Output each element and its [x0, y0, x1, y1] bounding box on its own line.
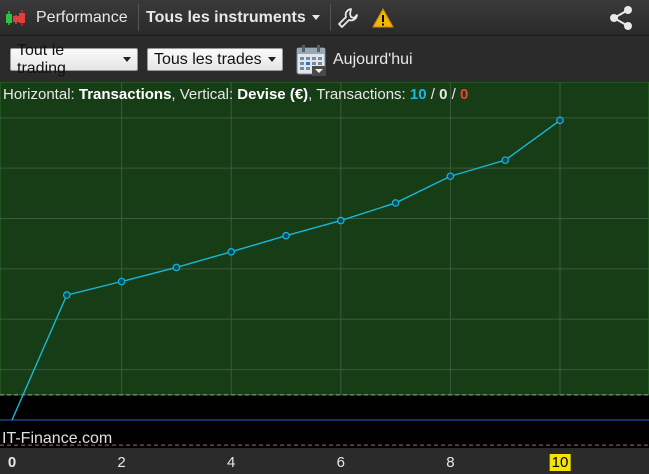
date-label: Aujourd'hui	[333, 51, 413, 68]
tools-button[interactable]	[337, 0, 359, 35]
trades-filter-label: Tous les trades	[154, 50, 262, 68]
equity-point	[227, 247, 236, 256]
transactions-prefix: , Transactions:	[308, 86, 410, 103]
x-tick-label: 2	[117, 454, 126, 471]
equity-point	[63, 291, 71, 299]
chevron-down-icon	[123, 57, 131, 62]
chart-info-line: Horizontal: Transactions, Vertical: Devi…	[3, 86, 468, 103]
transactions-total: 10	[409, 86, 427, 103]
equity-point	[172, 263, 181, 272]
equity-point	[391, 199, 400, 207]
x-tick-label: 8	[446, 454, 455, 471]
x-tick-label: 10	[549, 454, 571, 471]
share-icon	[610, 5, 632, 30]
horizontal-axis-value: Transactions	[78, 86, 172, 103]
trading-filter-label: Tout le trading	[17, 41, 66, 77]
title-separator	[138, 4, 139, 31]
chevron-down-icon	[311, 15, 320, 20]
calendar-icon	[296, 45, 326, 76]
trades-filter-dropdown[interactable]: Tous les trades	[147, 48, 283, 71]
watermark: IT-Finance.com	[2, 430, 113, 447]
x-tick-label: 6	[336, 454, 345, 471]
performance-tab[interactable]: Performance	[4, 0, 128, 35]
chevron-down-icon	[267, 57, 276, 62]
equity-point	[282, 231, 290, 240]
instrument-selector[interactable]: Tous les instruments	[146, 0, 320, 35]
date-picker-button[interactable]	[296, 44, 328, 81]
horizontal-prefix: Horizontal:	[3, 86, 79, 103]
vertical-prefix: , Vertical:	[171, 86, 238, 103]
equity-point	[336, 216, 345, 225]
vertical-axis-value: Devise (€)	[237, 86, 309, 103]
performance-chart[interactable]	[0, 82, 649, 448]
candlestick-icon	[6, 9, 25, 26]
x-tick-label: 0	[7, 454, 17, 471]
count-separator: /	[426, 86, 440, 103]
transactions-losing: 0	[459, 86, 469, 103]
equity-point	[117, 277, 126, 286]
title-separator	[330, 4, 331, 31]
chart-area	[0, 82, 649, 448]
positive-region	[0, 82, 649, 396]
count-separator: /	[447, 86, 460, 103]
performance-label: Performance	[36, 8, 128, 26]
trading-filter-dropdown[interactable]: Tout le trading	[10, 42, 138, 77]
title-bar: Performance Tous les instruments	[0, 0, 649, 36]
equity-point	[556, 116, 564, 125]
warning-button[interactable]	[372, 0, 394, 35]
wrench-icon	[338, 7, 358, 28]
equity-point	[501, 156, 510, 164]
warning-icon	[372, 7, 394, 27]
equity-point	[446, 172, 455, 181]
instrument-label: Tous les instruments	[146, 8, 306, 26]
x-tick-label: 4	[227, 454, 236, 471]
share-button[interactable]	[607, 0, 635, 35]
